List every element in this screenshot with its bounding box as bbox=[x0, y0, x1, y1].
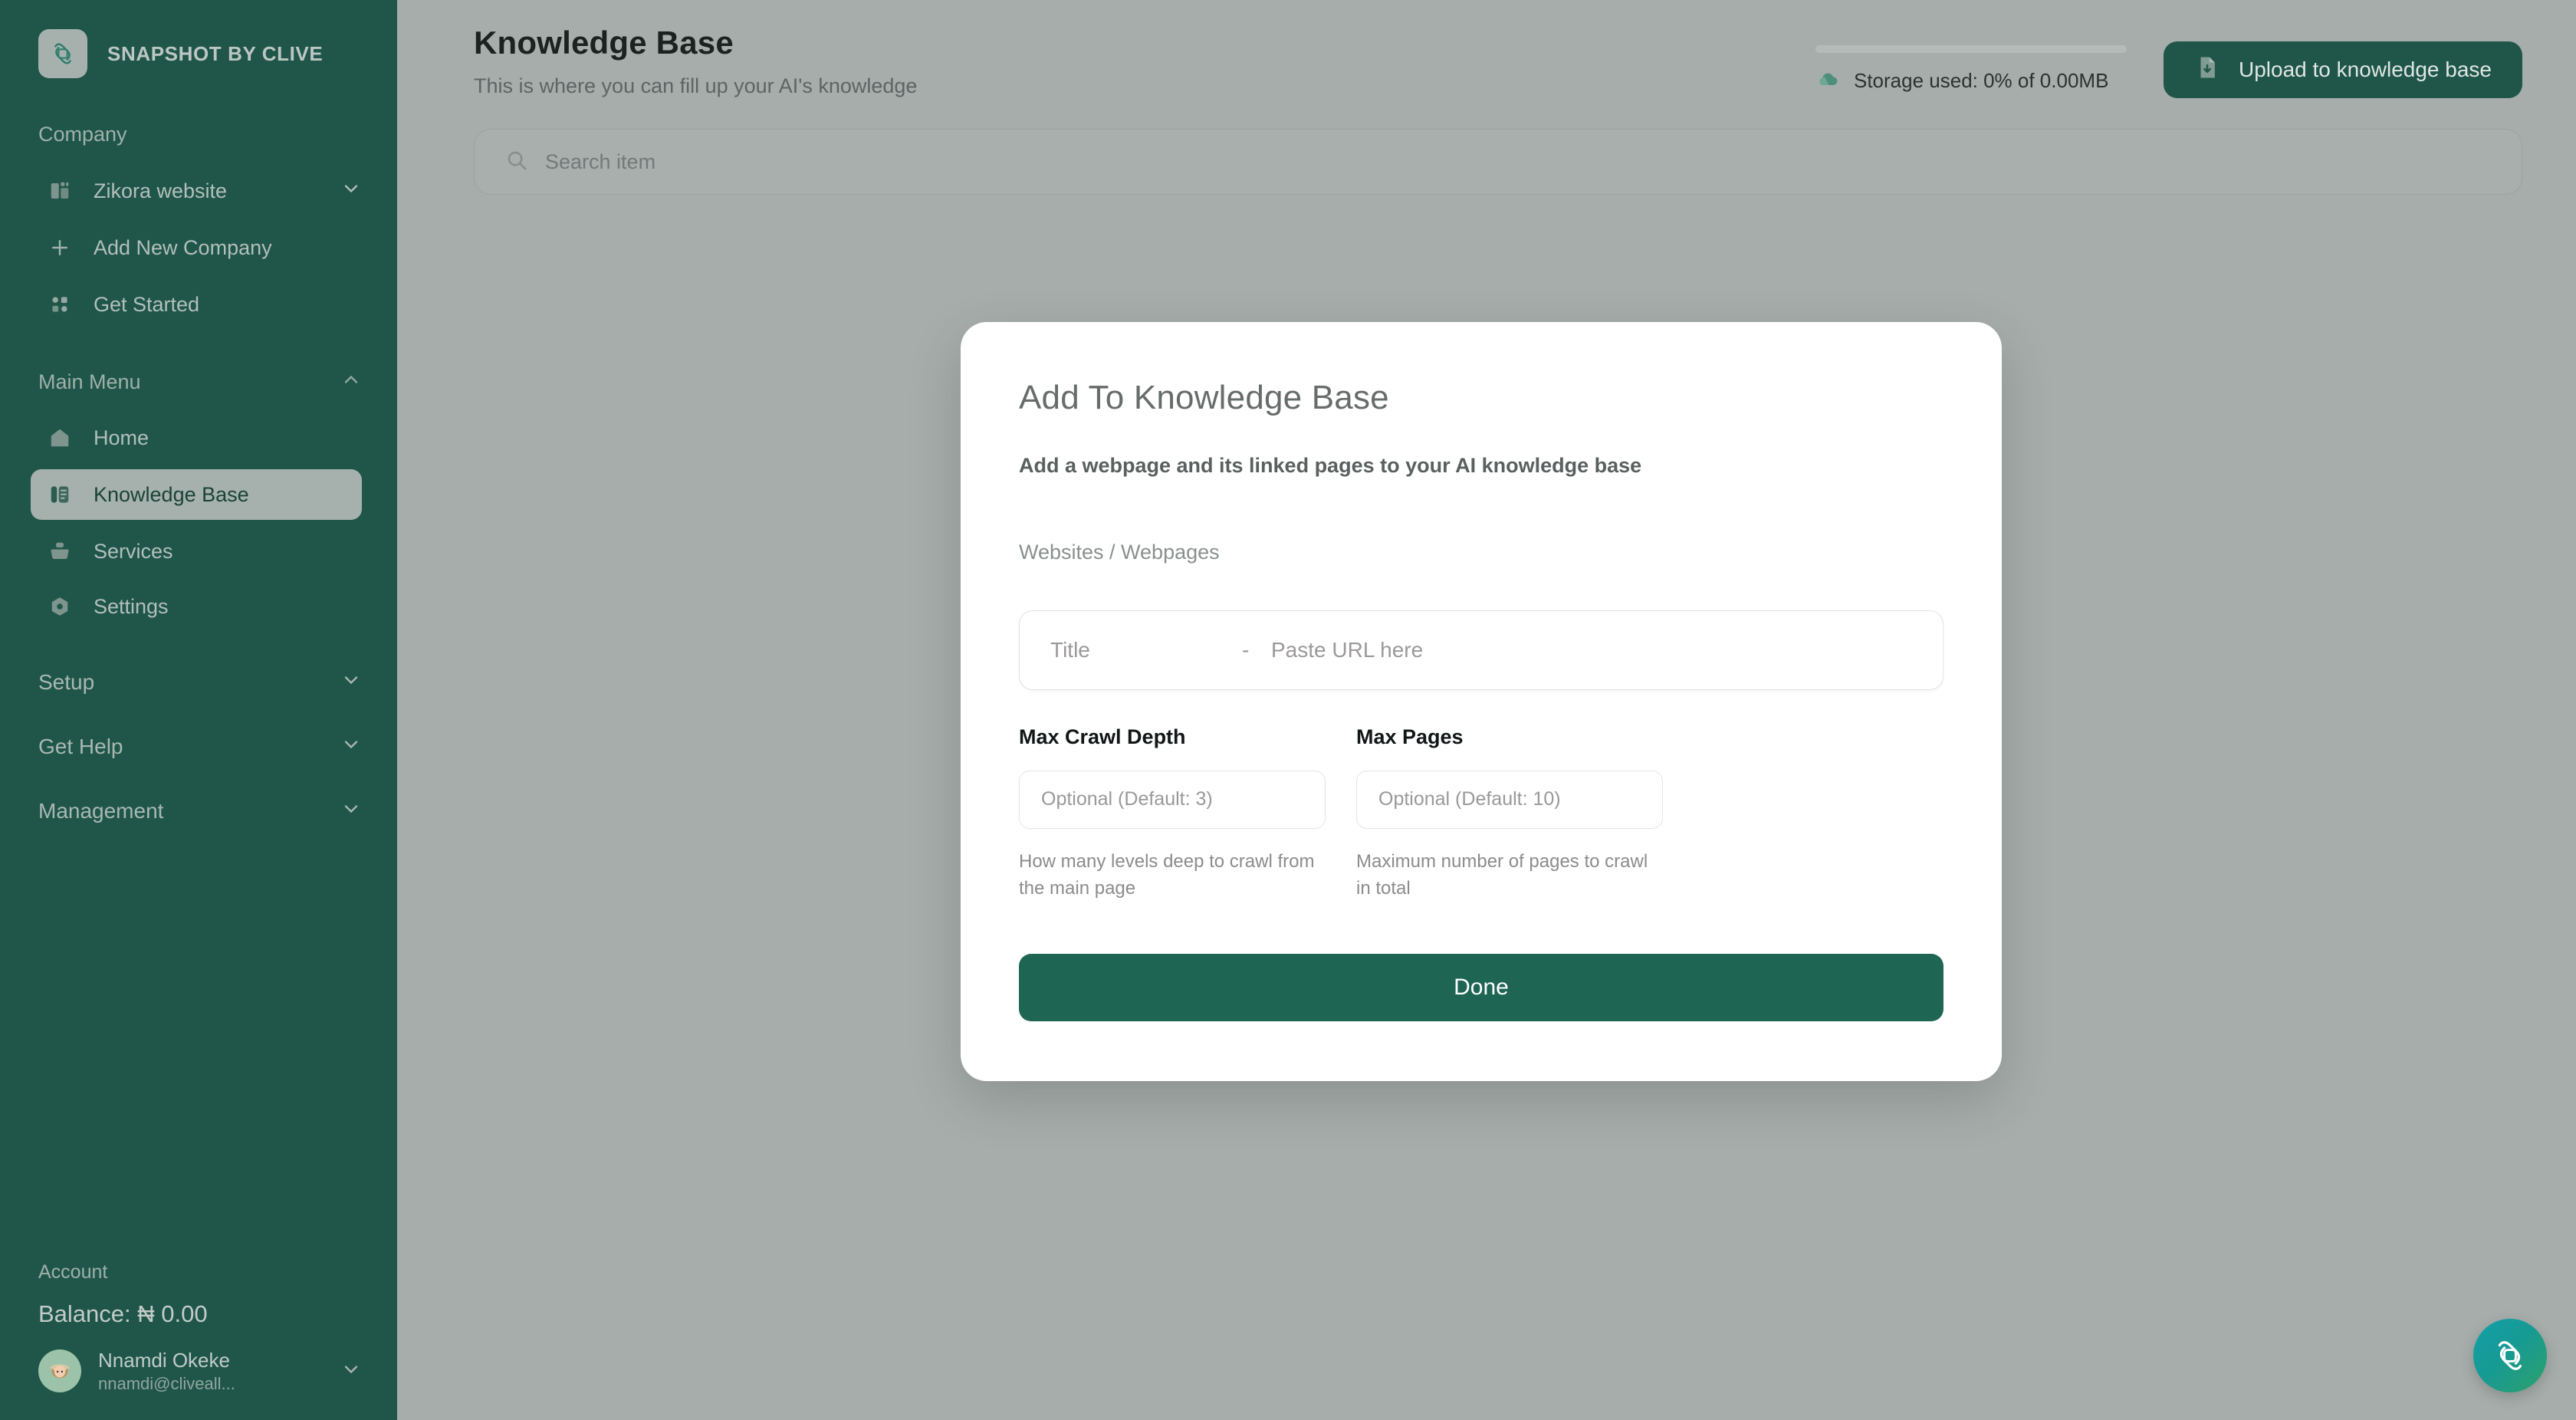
max-crawl-depth-input[interactable]: Optional (Default: 3) bbox=[1019, 770, 1326, 829]
sidebar-item-knowledge-base[interactable]: Knowledge Base bbox=[31, 469, 362, 520]
account-balance: Balance: ₦ 0.00 bbox=[38, 1300, 208, 1327]
sidebar-item-home-label: Home bbox=[94, 426, 150, 449]
account-user-name: Nnamdi Okeke bbox=[98, 1349, 230, 1372]
sidebar-item-settings[interactable]: Settings bbox=[38, 583, 362, 630]
grid-dots-icon bbox=[44, 289, 75, 320]
chevron-down-icon[interactable] bbox=[340, 669, 362, 696]
sidebar-section-get-help[interactable]: Get Help bbox=[0, 725, 397, 768]
max-crawl-depth-placeholder: Optional (Default: 3) bbox=[1041, 788, 1213, 810]
website-url-input[interactable]: Paste URL here bbox=[1271, 638, 1423, 662]
sidebar-section-company-label: Company bbox=[38, 122, 127, 146]
max-pages-input[interactable]: Optional (Default: 10) bbox=[1356, 770, 1663, 829]
sidebar-item-services-label: Services bbox=[94, 539, 173, 563]
modal-overlay[interactable]: Add To Knowledge Base Add a webpage and … bbox=[397, 0, 2576, 1420]
home-icon bbox=[44, 422, 75, 453]
chevron-up-icon[interactable] bbox=[340, 369, 362, 396]
account-user-texts: Nnamdi Okeke nnamdi@cliveall... bbox=[98, 1348, 324, 1394]
sidebar-item-get-started[interactable]: Get Started bbox=[38, 281, 362, 328]
account-label: Account bbox=[38, 1261, 108, 1283]
sidebar-item-add-new-company[interactable]: Add New Company bbox=[38, 224, 362, 271]
chevron-down-icon[interactable] bbox=[340, 798, 362, 825]
sidebar-section-get-help-label: Get Help bbox=[38, 735, 123, 758]
sidebar-item-zikora-website-label: Zikora website bbox=[94, 179, 228, 202]
sidebar-item-zikora-website[interactable]: Zikora website bbox=[38, 167, 362, 215]
max-pages-group: Max Pages Optional (Default: 10) Maximum… bbox=[1356, 725, 1663, 902]
sidebar-item-knowledge-base-label: Knowledge Base bbox=[94, 482, 249, 506]
snapshot-logo-icon bbox=[38, 29, 87, 78]
brand[interactable]: SNAPSHOT BY CLIVE bbox=[0, 0, 397, 78]
sidebar-section-setup[interactable]: Setup bbox=[0, 661, 397, 704]
account-user-email: nnamdi@cliveall... bbox=[98, 1373, 235, 1393]
building-icon bbox=[44, 176, 75, 206]
sidebar-section-main-menu[interactable]: Main Menu bbox=[0, 360, 397, 403]
chevron-down-icon[interactable] bbox=[340, 734, 362, 761]
sidebar-section-main-menu-label: Main Menu bbox=[38, 370, 141, 393]
sidebar-item-services[interactable]: Services bbox=[38, 528, 362, 575]
modal-description: Add a webpage and its linked pages to yo… bbox=[1019, 453, 1642, 477]
max-crawl-depth-label: Max Crawl Depth bbox=[1019, 725, 1186, 748]
crawl-options-grid: Max Crawl Depth Optional (Default: 3) Ho… bbox=[1019, 725, 1944, 902]
sidebar-item-settings-label: Settings bbox=[94, 594, 169, 618]
max-pages-label: Max Pages bbox=[1356, 725, 1464, 748]
services-icon bbox=[44, 536, 75, 567]
brand-name: SNAPSHOT BY CLIVE bbox=[107, 41, 324, 65]
website-url-row: Title - Paste URL here bbox=[1019, 610, 1944, 690]
chevron-down-icon[interactable] bbox=[340, 178, 362, 205]
modal-title: Add To Knowledge Base bbox=[1019, 378, 1389, 416]
account-area: Account Balance: ₦ 0.00 Nnamdi Okeke nna bbox=[0, 1261, 397, 1420]
account-user-row[interactable]: Nnamdi Okeke nnamdi@cliveall... bbox=[38, 1348, 362, 1394]
add-to-knowledge-base-modal: Add To Knowledge Base Add a webpage and … bbox=[961, 321, 2002, 1082]
sidebar-item-add-new-company-label: Add New Company bbox=[94, 235, 272, 259]
sidebar-section-management[interactable]: Management bbox=[0, 790, 397, 833]
chevron-down-icon[interactable] bbox=[340, 1359, 362, 1384]
separator-dash: - bbox=[1242, 637, 1250, 662]
sidebar-item-home[interactable]: Home bbox=[38, 414, 362, 462]
website-title-input[interactable]: Title bbox=[1050, 638, 1242, 662]
max-crawl-depth-group: Max Crawl Depth Optional (Default: 3) Ho… bbox=[1019, 725, 1326, 902]
modal-section-label: Websites / Webpages bbox=[1019, 540, 1220, 564]
avatar bbox=[38, 1349, 81, 1392]
sidebar-item-get-started-label: Get Started bbox=[94, 292, 200, 316]
knowledge-base-icon bbox=[44, 479, 75, 510]
settings-icon bbox=[44, 591, 75, 622]
done-button[interactable]: Done bbox=[1019, 954, 1944, 1022]
snapshot-assistant-icon[interactable] bbox=[2473, 1319, 2547, 1392]
max-pages-help: Maximum number of pages to crawl in tota… bbox=[1356, 850, 1648, 899]
app-root: SNAPSHOT BY CLIVE Company Zikora website bbox=[0, 0, 2576, 1420]
main-content: Knowledge Base This is where you can fil… bbox=[397, 0, 2576, 1420]
sidebar-section-management-label: Management bbox=[38, 799, 164, 823]
max-pages-placeholder: Optional (Default: 10) bbox=[1378, 788, 1561, 810]
sidebar-section-company: Company bbox=[0, 113, 397, 155]
sidebar: SNAPSHOT BY CLIVE Company Zikora website bbox=[0, 0, 397, 1420]
max-crawl-depth-help: How many levels deep to crawl from the m… bbox=[1019, 850, 1315, 899]
plus-icon bbox=[44, 232, 75, 263]
sidebar-section-setup-label: Setup bbox=[38, 670, 95, 694]
